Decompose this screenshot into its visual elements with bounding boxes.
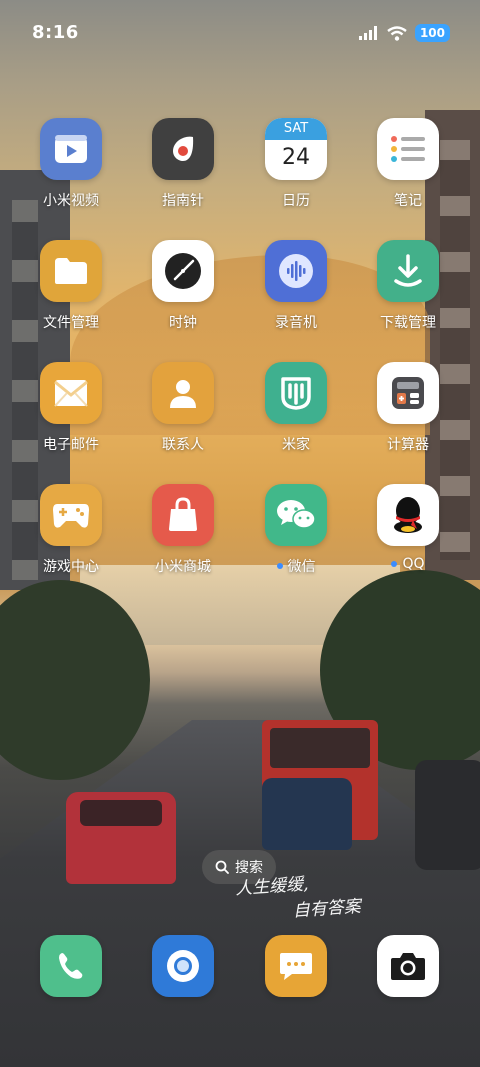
- app-label: 计算器: [387, 437, 429, 453]
- calendar-day: SAT: [265, 118, 327, 140]
- wifi-icon: [387, 25, 407, 41]
- app-wechat[interactable]: 微信: [241, 484, 351, 576]
- status-time: 8:16: [32, 22, 79, 43]
- app-label: 联系人: [162, 437, 204, 453]
- app-game-center[interactable]: 游戏中心: [16, 484, 126, 576]
- phone-icon[interactable]: [40, 935, 102, 997]
- calendar-icon[interactable]: SAT 24: [265, 118, 327, 180]
- wechat-icon[interactable]: [265, 484, 327, 546]
- clock-icon[interactable]: [152, 240, 214, 302]
- app-label: 指南针: [162, 193, 204, 209]
- message-icon[interactable]: [265, 935, 327, 997]
- app-compass[interactable]: 指南针: [128, 118, 238, 210]
- contact-icon[interactable]: [152, 362, 214, 424]
- download-icon[interactable]: [377, 240, 439, 302]
- calculator-icon[interactable]: [377, 362, 439, 424]
- camera-icon[interactable]: [377, 935, 439, 997]
- dock-phone[interactable]: [16, 935, 126, 997]
- status-bar: 8:16 100: [0, 0, 480, 68]
- app-qq[interactable]: QQ: [353, 484, 463, 572]
- app-label: 下载管理: [380, 315, 436, 331]
- app-email[interactable]: 电子邮件: [16, 362, 126, 454]
- app-mi-video[interactable]: 小米视频: [16, 118, 126, 210]
- signal-icon: [358, 26, 377, 40]
- app-mi-store[interactable]: 小米商城: [128, 484, 238, 576]
- app-label: 电子邮件: [43, 437, 99, 453]
- app-calculator[interactable]: 计算器: [353, 362, 463, 454]
- app-recorder[interactable]: 录音机: [241, 240, 351, 332]
- shopping-bag-icon[interactable]: [152, 484, 214, 546]
- mijia-icon[interactable]: [265, 362, 327, 424]
- dock-browser[interactable]: [128, 935, 238, 997]
- dock-messages[interactable]: [241, 935, 351, 997]
- app-label: 小米视频: [43, 193, 99, 209]
- search-icon: [215, 860, 229, 874]
- gamepad-icon[interactable]: [40, 484, 102, 546]
- wallpaper-handwriting: 人生缓缓, 自有答案: [234, 868, 362, 929]
- calendar-date: 24: [282, 145, 310, 170]
- app-contacts[interactable]: 联系人: [128, 362, 238, 454]
- app-label: 小米商城: [155, 559, 211, 575]
- app-label-with-dot: QQ: [391, 556, 425, 572]
- mail-icon[interactable]: [40, 362, 102, 424]
- notes-icon[interactable]: [377, 118, 439, 180]
- recorder-icon[interactable]: [265, 240, 327, 302]
- app-download-manager[interactable]: 下载管理: [353, 240, 463, 332]
- app-calendar[interactable]: SAT 24 日历: [241, 118, 351, 210]
- app-file-manager[interactable]: 文件管理: [16, 240, 126, 332]
- app-notes[interactable]: 笔记: [353, 118, 463, 210]
- app-label: 文件管理: [43, 315, 99, 331]
- qq-penguin-icon[interactable]: [377, 484, 439, 546]
- app-label: 游戏中心: [43, 559, 99, 575]
- app-clock[interactable]: 时钟: [128, 240, 238, 332]
- app-label: 微信: [287, 559, 316, 575]
- battery-indicator: 100: [414, 24, 450, 42]
- notification-dot: [276, 563, 283, 569]
- app-mijia[interactable]: 米家: [241, 362, 351, 454]
- app-label: 录音机: [275, 315, 317, 331]
- app-label-with-dot: 微信: [276, 556, 316, 576]
- app-label: 时钟: [169, 315, 197, 331]
- play-video-icon[interactable]: [40, 118, 102, 180]
- folder-icon[interactable]: [40, 240, 102, 302]
- dock-camera[interactable]: [353, 935, 463, 997]
- app-label: 笔记: [394, 193, 422, 209]
- app-label: QQ: [402, 556, 425, 572]
- browser-icon[interactable]: [152, 935, 214, 997]
- handwriting-line-2: 自有答案: [292, 896, 362, 922]
- compass-icon[interactable]: [152, 118, 214, 180]
- app-label: 日历: [282, 193, 310, 209]
- status-icons: 100: [358, 22, 450, 44]
- app-label: 米家: [282, 437, 310, 453]
- notification-dot: [391, 561, 398, 567]
